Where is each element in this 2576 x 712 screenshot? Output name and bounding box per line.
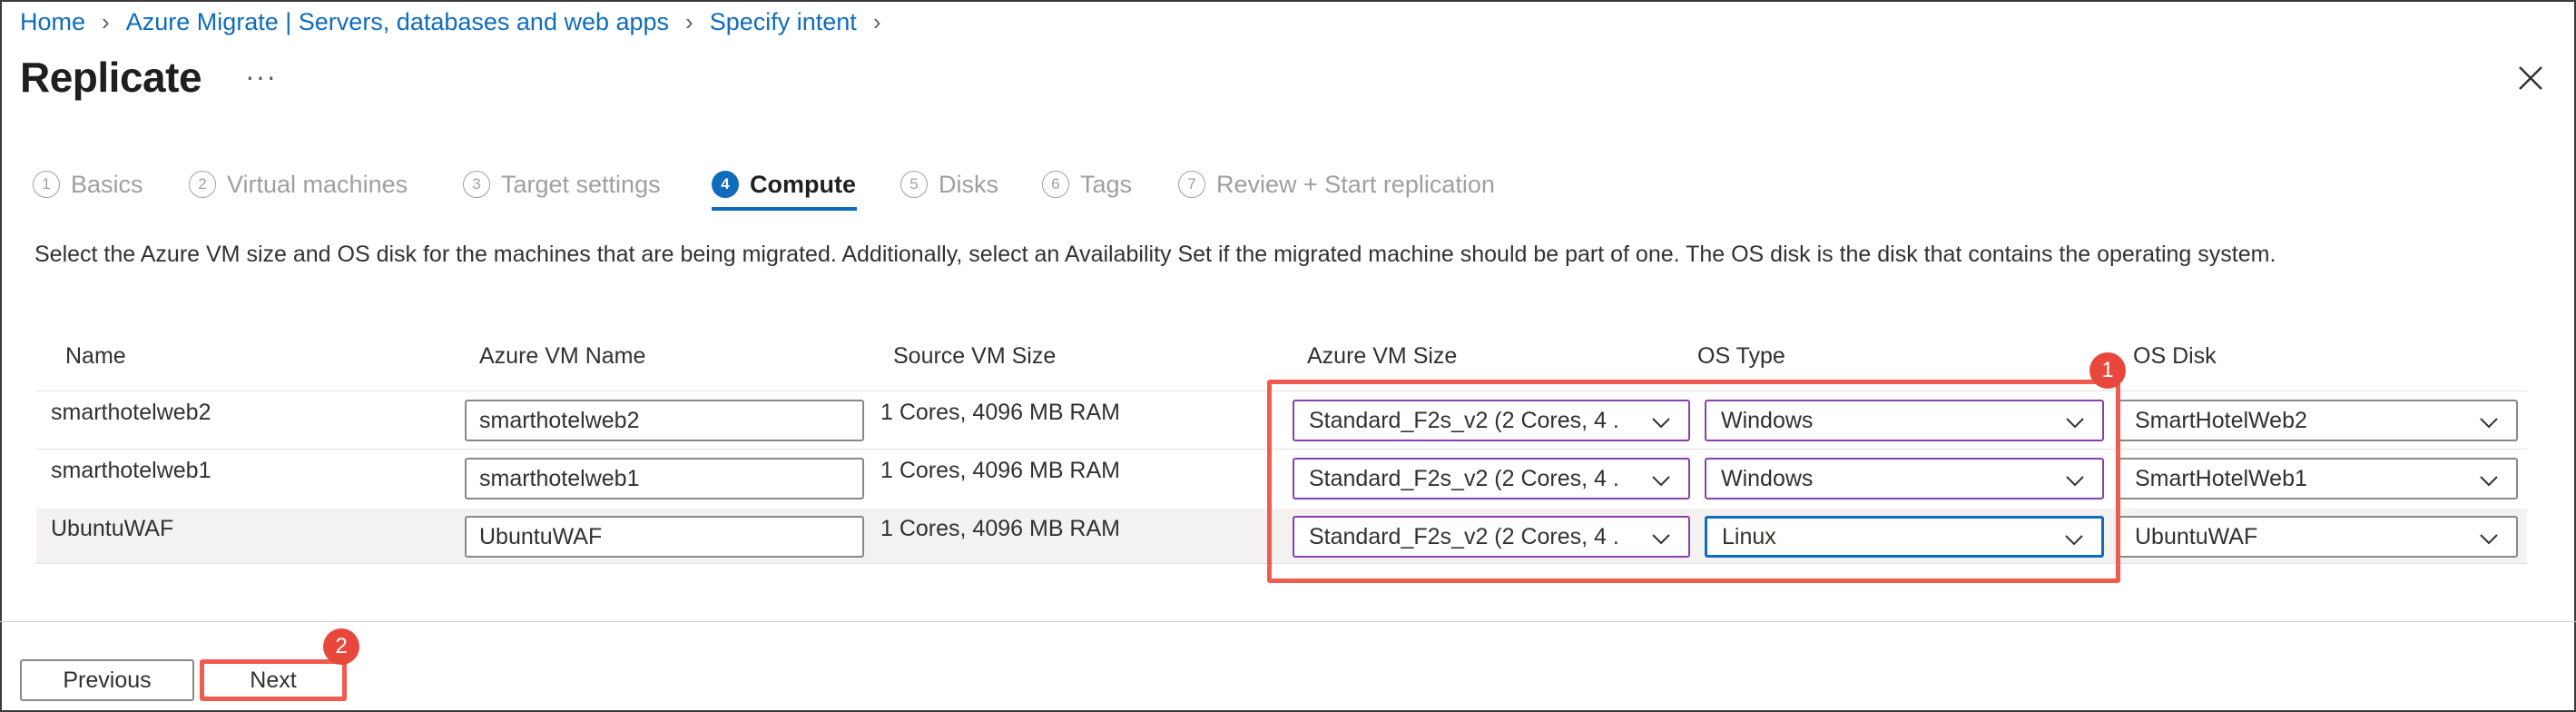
chevron-right-icon: › — [102, 7, 110, 35]
column-header-source-vm-size: Source VM Size — [893, 343, 1057, 369]
vm-name-cell: smarthotelweb1 — [51, 458, 211, 483]
source-vm-size-cell: 1 Cores, 4096 MB RAM — [880, 400, 1120, 425]
column-header-os-disk: OS Disk — [2133, 343, 2217, 369]
source-vm-size-cell: 1 Cores, 4096 MB RAM — [880, 458, 1120, 483]
step-number: 5 — [900, 171, 928, 198]
source-vm-size-cell: 1 Cores, 4096 MB RAM — [880, 516, 1120, 541]
breadcrumb-azure-migrate-link[interactable]: Azure Migrate | Servers, databases and w… — [126, 8, 669, 36]
tab-basics[interactable]: 1 Basics — [33, 162, 143, 207]
os-disk-dropdown[interactable]: SmartHotelWeb2 — [2119, 400, 2518, 441]
page-title: Replicate — [20, 54, 202, 101]
azure-vm-name-input[interactable]: UbuntuWAF — [465, 516, 864, 558]
previous-button[interactable]: Previous — [20, 659, 194, 701]
breadcrumb-home-link[interactable]: Home — [20, 8, 85, 36]
more-options-button[interactable]: ··· — [245, 60, 277, 94]
annotation-badge: 2 — [323, 628, 359, 665]
column-header-os-type: OS Type — [1697, 343, 1785, 369]
step-label: Review + Start replication — [1216, 170, 1495, 198]
step-label: Virtual machines — [227, 170, 408, 198]
footer-divider — [0, 621, 2576, 622]
os-disk-dropdown[interactable]: SmartHotelWeb1 — [2119, 458, 2518, 499]
column-header-azure-vm-size: Azure VM Size — [1307, 343, 1458, 369]
tab-virtual-machines[interactable]: 2 Virtual machines — [189, 162, 408, 207]
step-number: 1 — [33, 171, 60, 198]
tab-tags[interactable]: 6 Tags — [1042, 162, 1132, 207]
dropdown-value: SmartHotelWeb2 — [2135, 407, 2307, 433]
os-disk-dropdown[interactable]: UbuntuWAF — [2119, 516, 2518, 558]
active-tab-indicator — [712, 207, 857, 211]
tab-target-settings[interactable]: 3 Target settings — [463, 162, 661, 207]
annotation-badge: 1 — [2089, 352, 2126, 389]
dropdown-value: SmartHotelWeb1 — [2135, 465, 2307, 491]
step-number: 3 — [463, 171, 490, 198]
tab-review-start-replication[interactable]: 7 Review + Start replication — [1178, 162, 1495, 207]
step-number: 6 — [1042, 171, 1069, 198]
chevron-right-icon: › — [685, 7, 693, 35]
next-button[interactable]: Next — [200, 659, 347, 701]
step-label: Tags — [1080, 170, 1133, 198]
annotation-highlight-box — [1267, 380, 2120, 583]
step-label: Basics — [71, 170, 143, 198]
column-header-name: Name — [65, 343, 126, 369]
step-label: Compute — [750, 170, 856, 198]
chevron-down-icon — [2480, 476, 2498, 487]
vm-name-cell: UbuntuWAF — [51, 516, 174, 541]
dropdown-value: UbuntuWAF — [2135, 523, 2258, 549]
step-number: 4 — [712, 171, 739, 198]
azure-vm-name-input[interactable]: smarthotelweb1 — [465, 458, 864, 499]
azure-vm-name-input[interactable]: smarthotelweb2 — [465, 400, 864, 441]
tab-compute[interactable]: 4 Compute — [712, 162, 856, 207]
breadcrumb: Home › Azure Migrate | Servers, database… — [20, 4, 897, 40]
breadcrumb-specify-intent-link[interactable]: Specify intent — [710, 8, 857, 36]
column-header-azure-vm-name: Azure VM Name — [479, 343, 646, 369]
description-text: Select the Azure VM size and OS disk for… — [34, 242, 2276, 267]
tab-disks[interactable]: 5 Disks — [900, 162, 998, 207]
step-number: 7 — [1178, 171, 1205, 198]
step-number: 2 — [189, 171, 216, 198]
chevron-down-icon — [2480, 534, 2498, 545]
close-icon[interactable] — [2514, 62, 2547, 94]
step-label: Disks — [939, 170, 998, 198]
chevron-down-icon — [2480, 418, 2498, 429]
chevron-right-icon: › — [872, 7, 881, 35]
step-label: Target settings — [501, 170, 661, 198]
vm-name-cell: smarthotelweb2 — [51, 400, 211, 425]
